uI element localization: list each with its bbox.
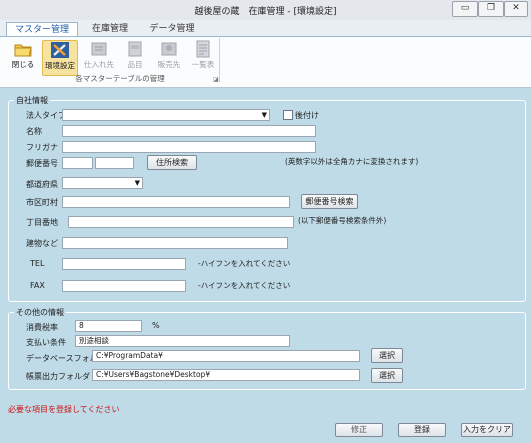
postal-code-second-input[interactable] [95, 157, 134, 169]
db-folder-browse-button[interactable]: 選択 [371, 348, 403, 363]
furigana-label: フリガナ [26, 143, 58, 152]
tel-label: TEL [30, 259, 45, 268]
tax-label: 消費税率 [26, 323, 58, 332]
clear-input-button[interactable]: 入力をクリア [461, 423, 513, 437]
prefecture-label: 都道府県 [26, 180, 58, 189]
report-folder-label: 帳票出力フォルダ [26, 372, 90, 381]
report-folder-input[interactable]: C:¥Users¥Bagstone¥Desktop¥ [92, 369, 360, 381]
name-label: 名称 [26, 127, 42, 136]
ribbon-group-caption: 各マスターテーブルの管理 [75, 74, 165, 83]
supplier-button: 仕入れ先 [84, 40, 114, 74]
customer-button: 販売先 [154, 40, 184, 74]
payment-terms-input[interactable]: 別途相談 [75, 335, 290, 347]
furigana-input[interactable] [62, 141, 316, 153]
close-window-button[interactable]: ✕ [504, 1, 528, 17]
street-input[interactable] [68, 216, 294, 228]
list-icon [193, 40, 213, 58]
address-search-button[interactable]: 住所検索 [147, 155, 197, 170]
list-button: 一覧表 [188, 40, 218, 74]
tax-unit: % [152, 321, 160, 330]
report-folder-browse-button[interactable]: 選択 [371, 368, 403, 383]
ribbon-tab-strip [0, 20, 531, 36]
suffix-label: 後付け [295, 111, 319, 120]
close-form-label: 閉じる [11, 60, 35, 69]
register-button[interactable]: 登録 [398, 423, 446, 437]
minimize-button[interactable]: ▭ [452, 1, 478, 17]
company-info-legend: 自社情報 [14, 95, 50, 106]
building-label: 建物など [26, 239, 58, 248]
chevron-down-icon: ▼ [261, 111, 267, 119]
edit-button[interactable]: 修正 [335, 423, 383, 437]
corp-type-select[interactable]: ▼ [62, 109, 270, 121]
customer-label: 販売先 [157, 60, 181, 69]
fax-note: -ハイフンを入れてください [198, 281, 291, 290]
prefecture-select[interactable]: ▼ [62, 177, 143, 189]
close-form-button[interactable]: 閉じる [8, 40, 38, 74]
postal-search-button[interactable]: 郵便番号検索 [301, 194, 358, 209]
tax-rate-input[interactable]: 8 [75, 320, 142, 332]
street-label: 丁目番地 [26, 218, 58, 227]
item-button: 品目 [120, 40, 150, 74]
postal-label: 郵便番号 [26, 159, 58, 168]
settings-button[interactable]: 環境設定 [42, 40, 78, 76]
suffix-checkbox[interactable] [283, 110, 293, 120]
city-input[interactable] [62, 196, 290, 208]
customer-icon [159, 40, 179, 58]
tab-inventory[interactable]: 在庫管理 [82, 22, 138, 36]
list-label: 一覧表 [191, 60, 215, 69]
tab-master[interactable]: マスター管理 [6, 22, 78, 37]
supplier-icon [89, 40, 109, 58]
payment-label: 支払い条件 [26, 338, 66, 347]
status-message: 必要な項目を登録してください [8, 405, 120, 414]
name-input[interactable] [62, 125, 316, 137]
restore-button[interactable]: ❐ [478, 1, 504, 17]
tel-input[interactable] [62, 258, 186, 270]
postal-code-first-input[interactable] [62, 157, 93, 169]
corp-type-label: 法人タイプ [26, 111, 66, 120]
other-info-legend: その他の情報 [14, 307, 66, 318]
db-folder-input[interactable]: C:¥ProgramData¥ [92, 350, 360, 362]
folder-close-icon [13, 40, 33, 58]
tel-note: -ハイフンを入れてください [198, 259, 291, 268]
group-launcher-icon[interactable]: ◪ [213, 76, 219, 83]
street-note: (以下郵便番号検索条件外) [298, 216, 387, 225]
fax-label: FAX [30, 281, 45, 290]
chevron-down-icon: ▼ [134, 179, 140, 187]
settings-label: 環境設定 [45, 61, 75, 70]
kana-note: (英数字以外は全角カナに変換されます) [285, 157, 419, 166]
fax-input[interactable] [62, 280, 186, 292]
item-label: 品目 [127, 60, 143, 69]
supplier-label: 仕入れ先 [84, 60, 114, 69]
building-input[interactable] [62, 237, 288, 249]
city-label: 市区町村 [26, 198, 58, 207]
ribbon-group-divider [219, 38, 220, 82]
settings-tools-icon [50, 41, 70, 59]
item-icon [125, 40, 145, 58]
tab-data[interactable]: データ管理 [142, 22, 202, 36]
